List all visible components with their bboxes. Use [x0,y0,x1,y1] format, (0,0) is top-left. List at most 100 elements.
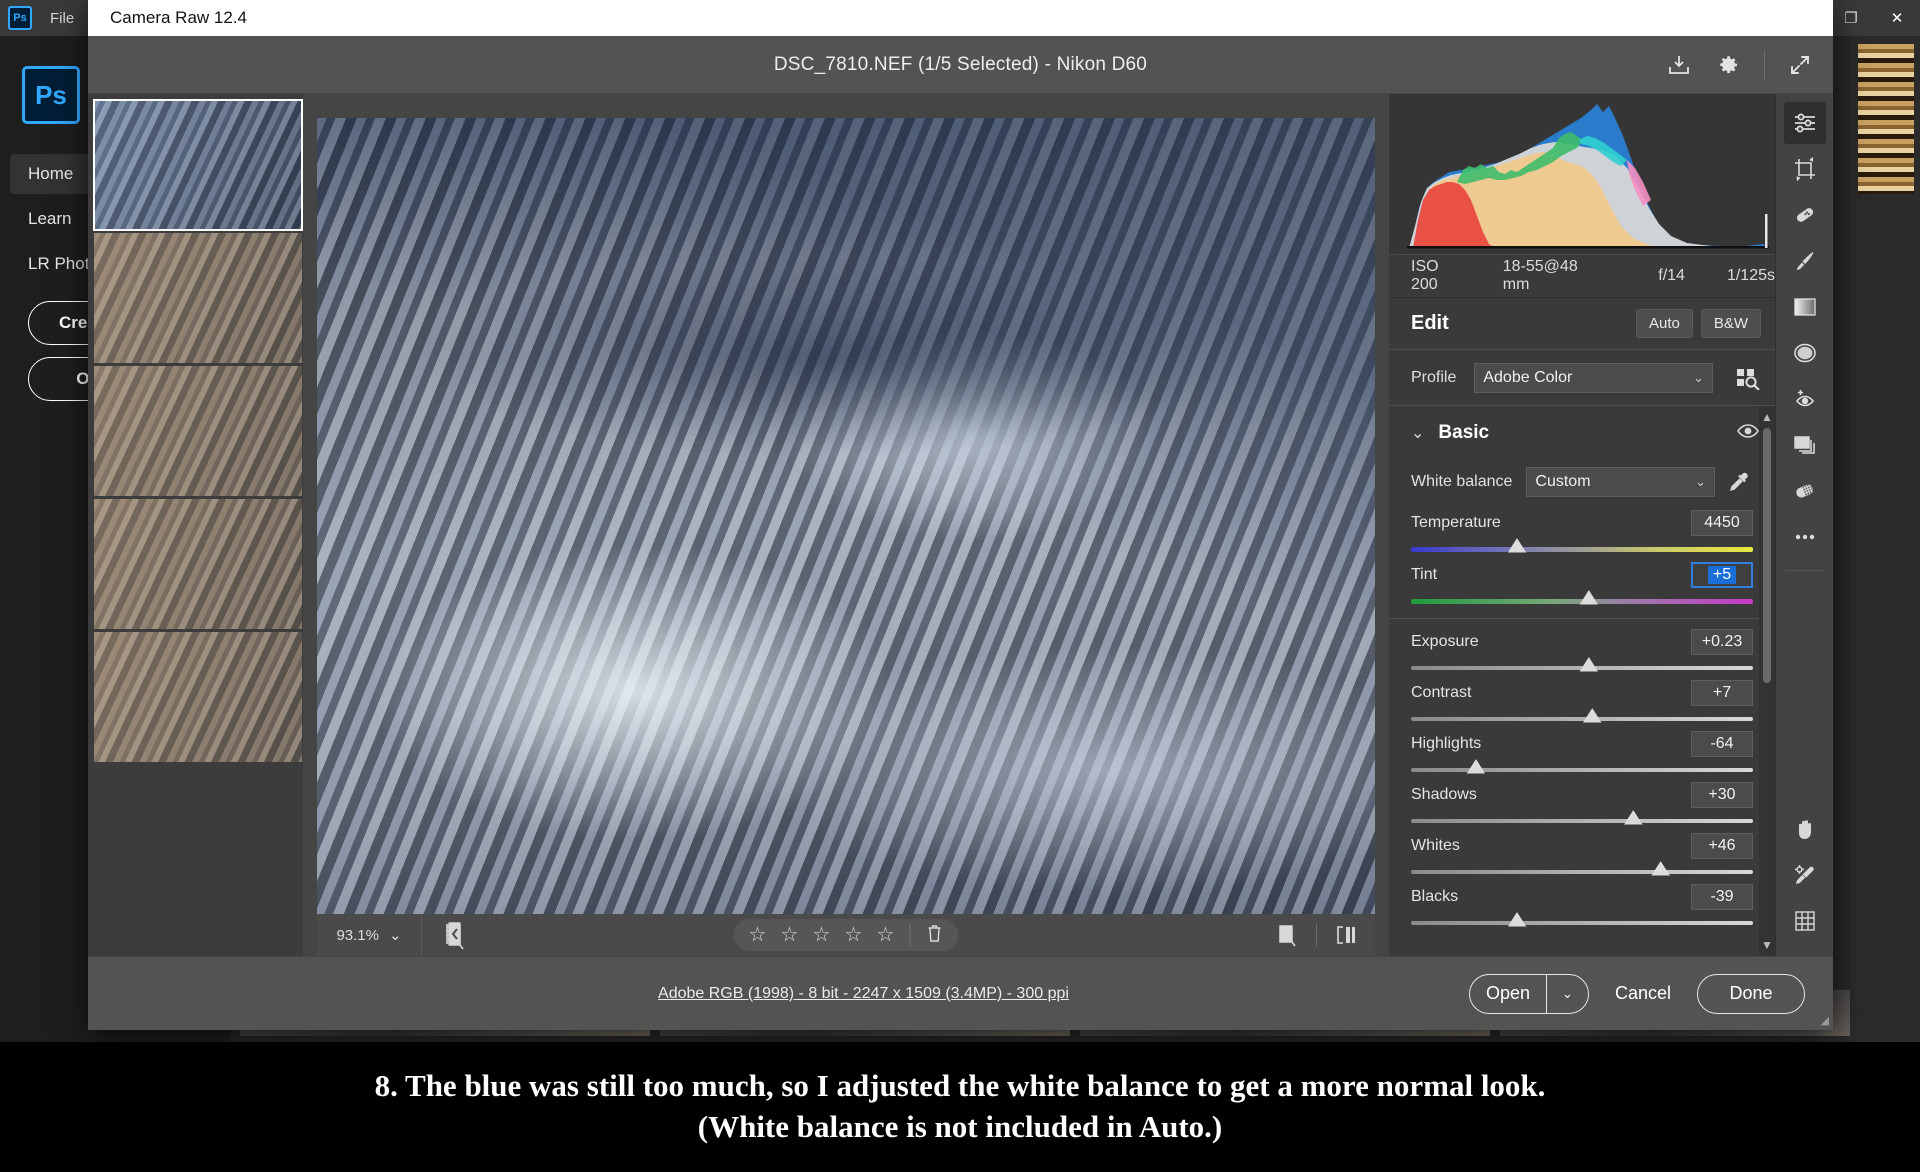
filmstrip-thumbnail[interactable] [94,366,302,496]
toggle-filmstrip-icon[interactable] [422,920,492,950]
white-balance-value: Custom [1535,473,1590,491]
fill-view-icon[interactable] [1264,914,1310,956]
save-image-icon[interactable] [1656,42,1702,88]
tool-rail [1775,94,1833,956]
filmstrip-thumbnail[interactable] [94,100,302,230]
trash-icon[interactable] [921,924,949,947]
fullscreen-icon[interactable] [1777,42,1823,88]
done-button[interactable]: Done [1697,974,1805,1014]
slider-handle[interactable] [1624,810,1643,825]
slider-value-field[interactable]: -39 [1691,884,1753,910]
slider-handle[interactable] [1651,861,1670,876]
open-button-group[interactable]: Open ⌄ [1469,974,1589,1014]
exif-aperture: f/14 [1658,267,1685,285]
healing-brush-icon[interactable] [1784,194,1826,236]
histogram[interactable] [1389,94,1775,254]
crop-rotate-icon[interactable] [1784,148,1826,190]
rating-star-1[interactable]: ☆ [744,925,772,945]
more-options-icon[interactable] [1784,516,1826,558]
slider-handle[interactable] [1508,538,1527,553]
scrollbar-thumb[interactable] [1763,428,1771,683]
slider-handle[interactable] [1466,759,1485,774]
slider-track[interactable] [1411,819,1753,823]
grid-overlay-icon[interactable] [1784,900,1826,942]
edit-header: Edit Auto B&W [1389,298,1775,350]
presets-icon[interactable] [1784,424,1826,466]
red-eye-icon[interactable] [1784,378,1826,420]
close-icon[interactable]: ✕ [1874,0,1920,36]
slider-label: Highlights [1411,735,1691,753]
gear-icon[interactable] [1706,42,1752,88]
slider-value-field[interactable]: -64 [1691,731,1753,757]
tool-rail-divider [1785,570,1825,571]
edit-sliders-icon[interactable] [1784,102,1826,144]
profile-value: Adobe Color [1483,369,1572,387]
slider-tint: Tint +5 [1389,556,1775,604]
chevron-down-icon: ⌄ [1695,474,1706,490]
chevron-down-icon: ⌄ [1411,423,1424,443]
snapshots-icon[interactable] [1784,470,1826,512]
slider-value-field[interactable]: +46 [1691,833,1753,859]
slider-handle[interactable] [1583,708,1602,723]
profile-select[interactable]: Adobe Color ⌄ [1474,363,1713,393]
slider-value: +7 [1713,684,1731,702]
basic-panel-scroll: ⌄ Basic White balance Custom ⌄ [1389,406,1775,956]
slider-handle[interactable] [1508,912,1527,927]
rating-star-4[interactable]: ☆ [840,925,868,945]
footer-buttons: Open ⌄ Cancel Done [1469,974,1833,1014]
bw-button[interactable]: B&W [1701,309,1761,338]
menu-file[interactable]: File [50,10,74,27]
slider-track[interactable] [1411,870,1753,874]
rating-star-5[interactable]: ☆ [872,925,900,945]
rating-star-3[interactable]: ☆ [808,925,836,945]
radial-filter-icon[interactable] [1784,332,1826,374]
workflow-options-link[interactable]: Adobe RGB (1998) - 8 bit - 2247 x 1509 (… [88,985,1469,1003]
filmstrip-thumbnail[interactable] [94,632,302,762]
exif-shutter-speed: 1/125s [1727,267,1775,285]
hand-tool-icon[interactable] [1784,808,1826,850]
zoom-level-control[interactable]: 93.1% ⌄ [317,914,422,956]
graduated-filter-icon[interactable] [1784,286,1826,328]
slider-track[interactable] [1411,547,1753,552]
before-after-icon[interactable] [1323,914,1369,956]
eye-icon[interactable] [1737,423,1759,444]
rating-control: ☆ ☆ ☆ ☆ ☆ [734,919,959,951]
profile-browser-icon[interactable] [1713,366,1761,390]
color-sampler-icon[interactable] [1784,854,1826,896]
auto-button[interactable]: Auto [1636,309,1693,338]
exif-iso: ISO 200 [1411,258,1463,294]
slider-value-field[interactable]: +5 [1691,562,1753,588]
rating-star-2[interactable]: ☆ [776,925,804,945]
white-balance-eyedropper-icon[interactable] [1715,470,1763,494]
filmstrip-thumbnail[interactable] [94,233,302,363]
cancel-button[interactable]: Cancel [1615,983,1671,1004]
scroll-down-icon[interactable]: ▼ [1761,934,1773,956]
adjustment-brush-icon[interactable] [1784,240,1826,282]
slider-track[interactable] [1411,921,1753,925]
slider-label: Tint [1411,566,1691,584]
white-balance-select[interactable]: Custom ⌄ [1526,467,1715,497]
slider-value-field[interactable]: +7 [1691,680,1753,706]
slider-value-field[interactable]: +30 [1691,782,1753,808]
open-button[interactable]: Open [1470,975,1546,1013]
basic-section-header[interactable]: ⌄ Basic [1389,406,1775,460]
slider-handle[interactable] [1579,657,1598,672]
camera-raw-footer: Adobe RGB (1998) - 8 bit - 2247 x 1509 (… [88,956,1833,1030]
slider-track[interactable] [1411,666,1753,670]
image-preview[interactable] [317,118,1375,914]
resize-grip-icon[interactable]: ◢ [1821,1014,1829,1027]
slider-track[interactable] [1411,599,1753,604]
slider-track[interactable] [1411,717,1753,721]
panel-scrollbar[interactable]: ▲ ▼ [1759,406,1775,956]
slider-track[interactable] [1411,768,1753,772]
slider-value-field[interactable]: 4450 [1691,510,1753,536]
slider-handle[interactable] [1579,590,1598,605]
maximize-icon[interactable]: ❐ [1828,0,1874,36]
camera-raw-title-text: Camera Raw 12.4 [110,8,247,28]
chevron-down-icon[interactable]: ⌄ [1546,975,1588,1013]
camera-raw-titlebar: Camera Raw 12.4 [88,0,1833,36]
filmstrip-thumbnail[interactable] [94,499,302,629]
slider-label: Temperature [1411,514,1691,532]
scroll-up-icon[interactable]: ▲ [1761,406,1773,428]
slider-value-field[interactable]: +0.23 [1691,629,1753,655]
